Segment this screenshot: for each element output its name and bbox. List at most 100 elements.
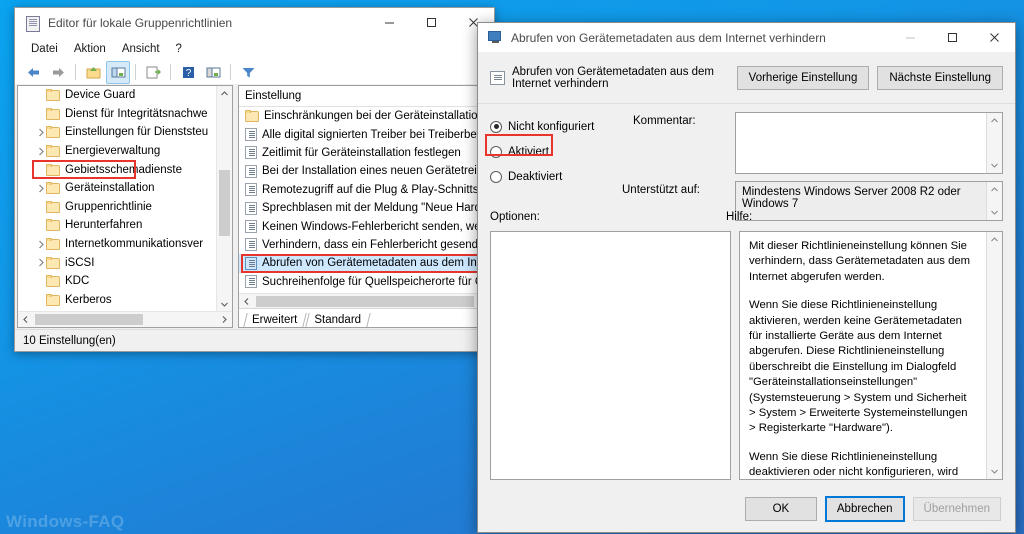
show-hide-tree-icon[interactable] (106, 61, 130, 84)
tree-item-label: Internetkommunikationsver (65, 238, 203, 250)
chevron-right-icon[interactable] (36, 239, 46, 249)
list-item-abrufen-geraetemetadaten[interactable]: Abrufen von Gerätemetadaten aus dem Inte… (239, 254, 491, 272)
folder-icon (46, 164, 60, 176)
scroll-up-icon[interactable] (987, 113, 1002, 128)
list-item[interactable]: Alle digital signierten Treiber bei Trei… (239, 125, 491, 143)
tree-scroll-thumb[interactable] (219, 170, 230, 236)
tree-item[interactable]: KDC (18, 272, 217, 291)
filter-icon[interactable] (236, 61, 260, 84)
export-list-icon[interactable] (141, 61, 165, 84)
watermark: Windows-FAQ (6, 512, 124, 532)
tree-item[interactable]: Einstellungen für Dienststeu (18, 123, 217, 142)
tree-vertical-scrollbar[interactable] (216, 86, 232, 312)
scroll-right-icon[interactable] (217, 312, 232, 327)
chevron-right-icon[interactable] (36, 127, 46, 137)
chevron-right-icon[interactable] (36, 146, 46, 156)
tree-item[interactable]: iSCSI (18, 253, 217, 272)
help-scrollbar[interactable] (986, 232, 1002, 479)
help-pane: Mit dieser Richtlinieneinstellung können… (739, 231, 1003, 480)
dialog-footer: OK Abbrechen Übernehmen (478, 486, 1015, 532)
scroll-down-icon[interactable] (987, 464, 1002, 479)
maximize-icon[interactable] (410, 8, 452, 37)
ok-button[interactable]: OK (745, 497, 817, 521)
list-item[interactable]: Bei der Installation eines neuen Gerätet… (239, 162, 491, 180)
gpedit-toolbar: ? (15, 60, 494, 85)
tree-hscroll-thumb[interactable] (35, 314, 143, 325)
radio-label: Deaktiviert (508, 171, 562, 183)
list-item[interactable]: Einschränkungen bei der Geräteinstallati… (239, 107, 491, 125)
minimize-icon[interactable] (368, 8, 410, 37)
tree-item-label: Geräteinstallation (65, 182, 155, 194)
tree-item[interactable]: Device Guard (18, 86, 217, 105)
help-icon[interactable]: ? (176, 61, 200, 84)
radio-indicator (490, 171, 502, 183)
up-folder-icon[interactable] (81, 61, 105, 84)
policy-icon (245, 275, 257, 288)
kommentar-textarea[interactable] (735, 112, 1003, 174)
menu-aktion[interactable]: Aktion (66, 41, 114, 57)
folder-icon (46, 275, 60, 287)
maximize-icon[interactable] (931, 23, 973, 52)
cancel-button[interactable]: Abbrechen (825, 496, 905, 522)
scroll-down-icon[interactable] (987, 158, 1002, 173)
tree-horizontal-scrollbar[interactable] (18, 311, 232, 327)
list-item[interactable]: Remotezugriff auf die Plug & Play-Schnit… (239, 181, 491, 199)
list-item[interactable]: Verhindern, dass ein Fehlerbericht gesen… (239, 236, 491, 254)
apply-button: Übernehmen (913, 497, 1001, 521)
gpedit-title: Editor für lokale Gruppenrichtlinien (48, 16, 232, 30)
list-item[interactable]: Sprechblasen mit der Meldung "Neue Hardw… (239, 199, 491, 217)
policy-document-icon (24, 15, 40, 31)
tab-standard[interactable]: Standard (305, 313, 369, 327)
scroll-up-icon[interactable] (987, 232, 1002, 247)
minimize-icon[interactable] (889, 23, 931, 52)
sidebar-item-geraeteinstallation[interactable]: Geräteinstallation (18, 179, 217, 198)
tree-item[interactable]: Gruppenrichtlinie (18, 198, 217, 217)
chevron-right-icon[interactable] (36, 183, 46, 193)
list-item[interactable]: Zeitlimit für Geräteinstallation festleg… (239, 144, 491, 162)
forward-arrow-icon[interactable] (46, 61, 70, 84)
dialog-window-controls (889, 23, 1015, 52)
radio-aktiviert[interactable]: Aktiviert (490, 139, 630, 164)
dialog-panes: Mit dieser Richtlinieneinstellung können… (490, 231, 1003, 480)
policy-icon (245, 202, 257, 215)
scroll-left-icon[interactable] (18, 312, 33, 327)
list-item-label: Sprechblasen mit der Meldung "Neue Hardw… (262, 202, 491, 214)
folder-icon (46, 182, 60, 194)
list-hscroll-thumb[interactable] (256, 296, 474, 307)
radio-nicht-konfiguriert[interactable]: Nicht konfiguriert (490, 114, 630, 139)
scroll-left-icon[interactable] (239, 294, 254, 309)
kommentar-scrollbar[interactable] (986, 113, 1002, 173)
tree-item[interactable]: Internetkommunikationsver (18, 235, 217, 254)
tree-item[interactable]: Gebietsschemadienste (18, 160, 217, 179)
list-horizontal-scrollbar[interactable] (239, 293, 491, 309)
folder-icon (46, 145, 60, 157)
list-item-label: Remotezugriff auf die Plug & Play-Schnit… (262, 184, 491, 196)
chevron-right-icon[interactable] (36, 258, 46, 268)
previous-setting-button[interactable]: Vorherige Einstellung (737, 66, 870, 90)
menu-hilfe[interactable]: ? (168, 41, 190, 57)
tree-item[interactable]: Dienst für Integritätsnachwe (18, 105, 217, 124)
policy-icon (245, 165, 257, 178)
tree-item[interactable]: Herunterfahren (18, 216, 217, 235)
tree-item[interactable]: Kerberos (18, 291, 217, 310)
scroll-down-icon[interactable] (217, 297, 232, 312)
list-item-label: Zeitlimit für Geräteinstallation festleg… (262, 147, 461, 159)
list-item[interactable]: Keinen Windows-Fehlerbericht senden, wen… (239, 217, 491, 235)
tab-erweitert[interactable]: Erweitert (243, 313, 305, 327)
list-item[interactable]: Suchreihenfolge für Quellspeicherorte fü… (239, 273, 491, 291)
properties-icon[interactable] (201, 61, 225, 84)
options-pane[interactable] (490, 231, 731, 480)
radio-deaktiviert[interactable]: Deaktiviert (490, 164, 630, 189)
tree-item[interactable]: Energieverwaltung (18, 142, 217, 161)
back-arrow-icon[interactable] (21, 61, 45, 84)
next-setting-button[interactable]: Nächste Einstellung (877, 66, 1003, 90)
tree-item-label: Energieverwaltung (65, 145, 160, 157)
settings-column-header[interactable]: Einstellung (239, 86, 491, 107)
scroll-up-icon[interactable] (217, 86, 232, 101)
scroll-up-icon[interactable] (987, 182, 1002, 197)
close-icon[interactable] (973, 23, 1015, 52)
tree-item-label: KDC (65, 275, 89, 287)
policy-icon (245, 128, 257, 141)
menu-datei[interactable]: Datei (23, 41, 66, 57)
menu-ansicht[interactable]: Ansicht (114, 41, 168, 57)
